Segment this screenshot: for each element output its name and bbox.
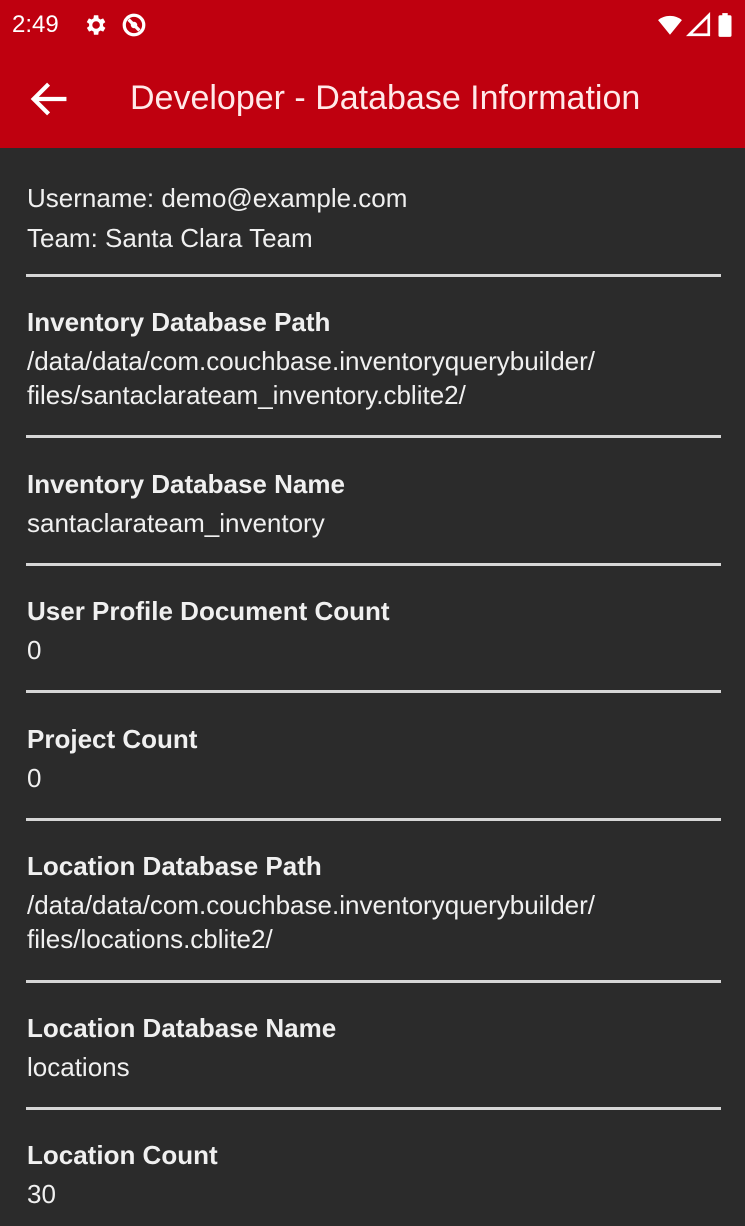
section-value-line: files/santaclarateam_inventory.cblite2/ — [27, 380, 466, 410]
wifi-icon — [658, 15, 682, 35]
user-profile-count-section: User Profile Document Count 0 — [27, 595, 721, 667]
section-value-line: /data/data/com.couchbase.inventoryqueryb… — [27, 890, 596, 920]
location-db-path-section: Location Database Path /data/data/com.co… — [27, 850, 721, 956]
toolbar: Developer - Database Information — [0, 50, 745, 148]
section-label: Inventory Database Path — [27, 307, 331, 337]
divider — [26, 980, 721, 983]
project-count-section: Project Count 0 — [27, 723, 721, 795]
no-data-icon — [122, 13, 146, 37]
section-value-line: 30 — [27, 1179, 56, 1209]
section-label: Location Database Name — [27, 1013, 337, 1043]
section-label: Inventory Database Name — [27, 469, 345, 499]
section-label: User Profile Document Count — [27, 596, 390, 626]
inventory-db-name-section: Inventory Database Name santaclarateam_i… — [27, 468, 721, 540]
location-db-name-section: Location Database Name locations — [27, 1012, 721, 1084]
section-value-line: 0 — [27, 635, 42, 665]
section-label: Location Count — [27, 1140, 218, 1170]
section-label: Location Database Path — [27, 851, 322, 881]
section-value-line: files/locations.cblite2/ — [27, 924, 273, 954]
divider — [26, 690, 721, 693]
back-button[interactable] — [26, 76, 72, 122]
app-header: 2:49 Developer - Database Information — [0, 0, 745, 148]
section-value-line: santaclarateam_inventory — [27, 508, 325, 538]
page-title: Developer - Database Information — [130, 79, 641, 117]
inventory-db-path-section: Inventory Database Path /data/data/com.c… — [27, 306, 721, 412]
gear-icon — [86, 15, 106, 35]
database-info-list[interactable]: Username: demo@example.com Team: Santa C… — [0, 148, 745, 1226]
status-time: 2:49 — [12, 11, 59, 38]
signal-icon — [686, 12, 711, 37]
team-text: Team: Santa Clara Team — [27, 223, 313, 253]
divider — [26, 435, 721, 438]
location-count-section: Location Count 30 — [27, 1139, 721, 1211]
user-info: Username: demo@example.com Team: Santa C… — [27, 178, 721, 258]
divider — [26, 1107, 721, 1110]
section-value-line: locations — [27, 1052, 130, 1082]
section-label: Project Count — [27, 724, 198, 754]
section-value-line: /data/data/com.couchbase.inventoryqueryb… — [27, 346, 596, 376]
username-text: Username: demo@example.com — [27, 183, 408, 213]
section-value-line: 0 — [27, 763, 42, 793]
divider — [26, 274, 721, 277]
status-bar: 2:49 — [0, 0, 745, 50]
divider — [26, 818, 721, 821]
divider — [26, 563, 721, 566]
battery-icon — [718, 13, 732, 37]
